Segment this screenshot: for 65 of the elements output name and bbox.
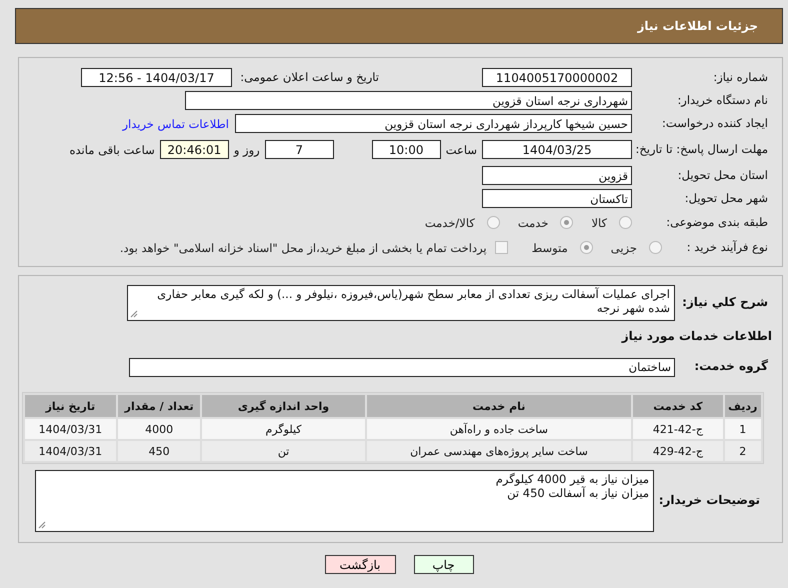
buyer-notes-field: میزان نیاز به قیر 4000 کیلوگرم میزان نیاز به آسفالت 450 تن — [35, 470, 654, 532]
field-label: تاریخ و ساعت اعلان عمومی: — [239, 70, 380, 84]
radio-button[interactable] — [486, 216, 500, 229]
column-header: واحد اندازه گیری — [202, 395, 365, 417]
page-title: جزئیات اطلاعات نیاز — [15, 8, 783, 44]
field-label: استان محل تحویل: — [676, 168, 769, 182]
column-header: تاریخ نیاز — [25, 395, 116, 417]
radio-label: متوسط — [532, 240, 568, 254]
field-label: نام دستگاه خریدار: — [676, 94, 769, 108]
back-button[interactable]: بازگشت — [324, 555, 396, 574]
field-label: شهر محل تحویل: — [684, 192, 769, 206]
field-label: مهلت ارسال پاسخ: تا تاریخ: — [634, 142, 769, 156]
announce-date-field: 1404/03/17 - 12:56 — [81, 68, 232, 87]
remaining-label: ساعت باقی مانده — [70, 142, 155, 156]
radio-label: خدمت — [518, 216, 548, 230]
table-cell: ساخت جاده و راه‌آهن — [366, 419, 632, 439]
table-cell: 4000 — [118, 419, 200, 439]
deadline-time-field: 10:00 — [372, 140, 441, 159]
radio-label: کالا/خدمت — [424, 216, 475, 230]
checkbox-label: پرداخت تمام یا بخشی از مبلغ خرید،از محل "اسناد خزانه اسلامی" خواهد بود. — [120, 240, 487, 254]
field-label: نوع فرآیند خرید : — [686, 240, 769, 254]
time-label: ساعت — [446, 142, 477, 156]
field-label: طبقه بندی موضوعی: — [665, 216, 769, 230]
field-label: توضیحات خریدار: — [658, 494, 761, 508]
checkbox[interactable] — [494, 241, 508, 254]
city-field: تاکستان — [482, 189, 632, 208]
buyer-org-field: شهرداری نرجه استان قزوین — [185, 91, 632, 110]
service-group-field: ساختمان — [129, 358, 675, 376]
radio-button[interactable] — [560, 216, 574, 229]
radio-button[interactable] — [649, 241, 662, 254]
days-label: روز و — [234, 142, 260, 156]
table-cell: تن — [202, 441, 365, 461]
field-label: شماره نیاز: — [712, 70, 769, 84]
radio-label: جزیی — [610, 240, 637, 254]
print-button[interactable]: چاپ — [414, 555, 474, 574]
resize-grip-icon[interactable] — [130, 310, 138, 318]
table-cell: 2 — [724, 441, 761, 461]
days-field: 7 — [264, 140, 334, 159]
column-header: کد خدمت — [633, 395, 723, 417]
radio-button[interactable] — [619, 216, 632, 229]
table-cell: 450 — [118, 441, 200, 461]
column-header: ردیف — [724, 395, 761, 417]
field-label: گروه خدمت: — [693, 360, 769, 374]
field-label: ایجاد کننده درخواست: — [661, 116, 769, 130]
table-cell: 1404/03/31 — [25, 419, 116, 439]
field-label: شرح کلي نياز: — [681, 296, 769, 310]
table-cell: ج-42-429 — [633, 441, 723, 461]
description-field: اجرای عملیات آسفالت ریزی تعدادی از معابر سطح شهر(یاس،فیروزه ،نیلوفر و ...) و لکه گیری معابر حفاری شده شهر نرجه — [127, 285, 675, 321]
table-cell: 1 — [724, 419, 761, 439]
column-header: نام خدمت — [366, 395, 632, 417]
radio-label: کالا — [591, 216, 607, 230]
province-field: قزوین — [482, 166, 632, 185]
table-cell: ج-42-421 — [633, 419, 723, 439]
resize-grip-icon[interactable] — [38, 521, 46, 529]
need-number-field: 1104005170000002 — [482, 68, 632, 87]
section-title: اطلاعات خدمات مورد نیاز — [622, 329, 772, 343]
buyer-contact-link[interactable]: اطلاعات تماس خریدار — [122, 116, 229, 130]
deadline-date-field: 1404/03/25 — [482, 140, 632, 159]
table-cell: 1404/03/31 — [25, 441, 116, 461]
requester-field: حسین شیخها کارپرداز شهرداری نرجه استان قزوین — [235, 114, 632, 133]
table-cell: کیلوگرم — [202, 419, 365, 439]
radio-button[interactable] — [580, 241, 593, 254]
table-cell: ساخت سایر پروژه‌های مهندسی عمران — [366, 441, 632, 461]
remaining-time-field: 20:46:01 — [160, 140, 229, 159]
column-header: تعداد / مقدار — [118, 395, 200, 417]
